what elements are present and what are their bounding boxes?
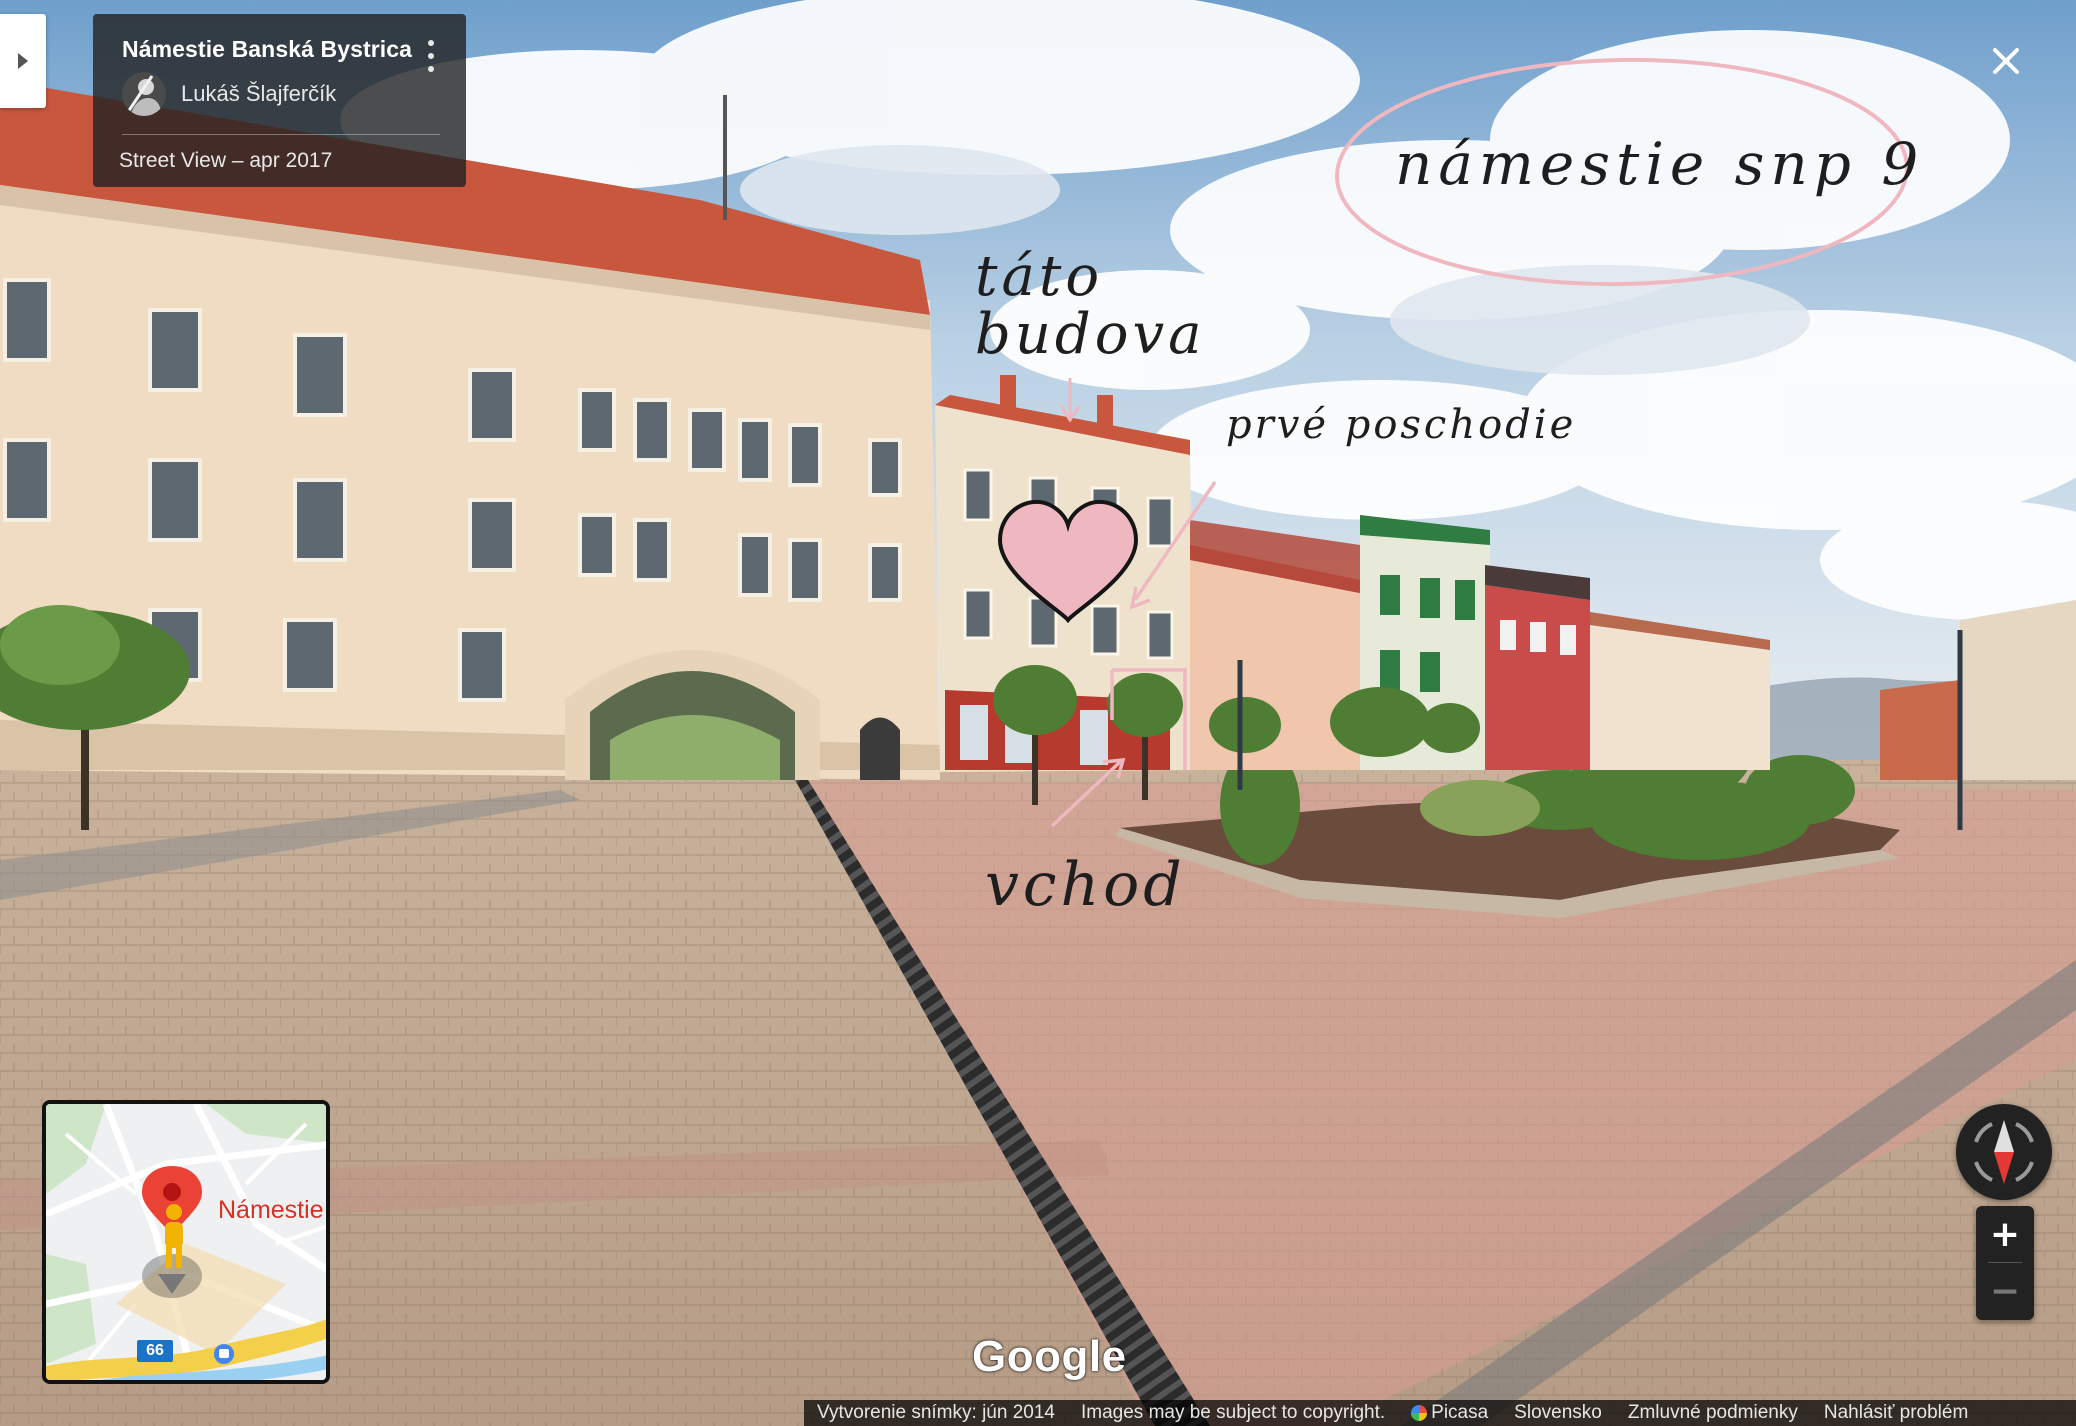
location-title: Námestie Banská Bystrica	[122, 36, 413, 62]
zoom-out-button[interactable]: −	[1976, 1263, 2034, 1320]
annotation-entrance: vchod	[985, 850, 1186, 920]
attribution-bar: Vytvorenie snímky: jún 2014 Images may b…	[804, 1400, 2076, 1426]
google-logo: Google	[972, 1332, 1127, 1381]
location-info-card: Námestie Banská Bystrica Lukáš Šlajferčí…	[93, 14, 466, 187]
copyright-notice: Images may be subject to copyright.	[1080, 1402, 1386, 1423]
play-arrow-icon	[18, 53, 28, 69]
capture-date: Vytvorenie snímky: jún 2014	[817, 1402, 1055, 1423]
annotation-building-line2: budova	[975, 302, 1206, 367]
divider	[122, 134, 440, 135]
expand-panel-button[interactable]	[0, 14, 46, 108]
close-icon	[1993, 48, 2019, 74]
pegman-icon	[165, 1204, 183, 1268]
report-problem-link[interactable]: Nahlásiť problém	[1811, 1402, 1981, 1424]
compass-icon	[1974, 1120, 2034, 1184]
annotation-building-line1: táto	[975, 244, 1104, 309]
picasa-label: Picasa	[1431, 1402, 1489, 1423]
annotation-this-building: táto budova	[975, 248, 1206, 364]
compass-button[interactable]	[1956, 1104, 2052, 1200]
terms-link[interactable]: Zmluvné podmienky	[1615, 1402, 1811, 1424]
minimap[interactable]: Námestie 66	[42, 1100, 330, 1384]
street-view-date: Street View – apr 2017	[119, 149, 333, 172]
annotation-first-floor: prvé poschodie	[1226, 402, 1577, 448]
close-button[interactable]	[1985, 40, 2027, 82]
zoom-in-button[interactable]: +	[1976, 1206, 2034, 1263]
author-name-link[interactable]: Lukáš Šlajferčík	[181, 81, 336, 107]
author-avatar[interactable]	[122, 72, 166, 116]
road-number-badge: 66	[137, 1340, 173, 1362]
annotation-address: námestie snp 9	[1395, 130, 1925, 198]
minimap-place-label: Námestie	[218, 1196, 324, 1224]
region-link[interactable]: Slovensko	[1501, 1402, 1615, 1424]
zoom-controls: + −	[1976, 1206, 2034, 1320]
picasa-link[interactable]: Picasa	[1398, 1402, 1501, 1424]
more-options-icon[interactable]	[421, 36, 441, 76]
picasa-icon	[1411, 1405, 1428, 1421]
